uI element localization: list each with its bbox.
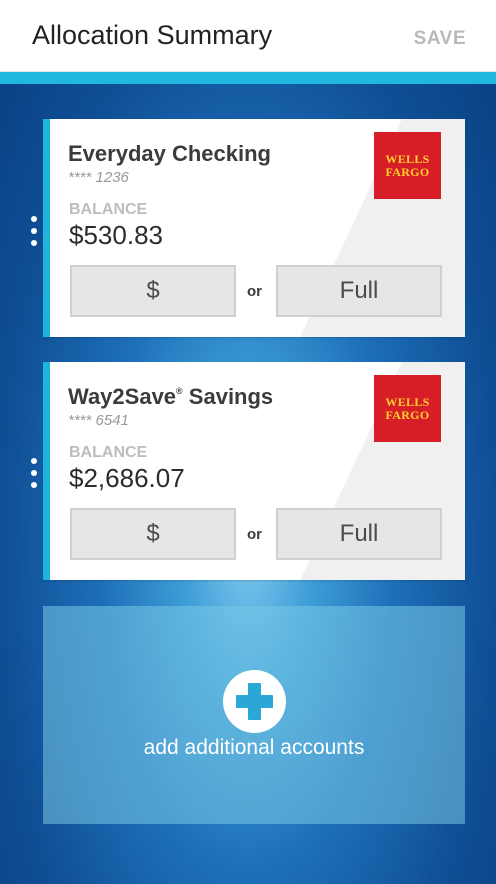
plus-circle-icon[interactable] xyxy=(223,670,286,733)
bank-logo-line1: WELLS xyxy=(385,394,430,409)
account-name-main: Way2Save xyxy=(68,384,177,409)
account-name: Way2Save® Savings xyxy=(68,384,273,410)
bank-logo-line2: FARGO xyxy=(385,407,430,422)
bank-logo-line2: FARGO xyxy=(385,164,430,179)
balance-value: $530.83 xyxy=(69,220,163,250)
account-card-checking: Everyday Checking **** 1236 BALANCE $530… xyxy=(43,119,465,337)
account-name-suffix: Savings xyxy=(182,384,274,409)
full-amount-button[interactable]: Full xyxy=(276,265,442,317)
balance-label: BALANCE xyxy=(69,201,148,218)
balance-value: $2,686.07 xyxy=(69,463,185,493)
or-label: or xyxy=(247,526,262,543)
registered-mark: ® xyxy=(176,386,183,396)
full-amount-button[interactable]: Full xyxy=(276,508,442,560)
account-number: **** 1236 xyxy=(68,169,129,186)
header-accent-bar xyxy=(0,72,496,84)
dollar-amount-button[interactable]: $ xyxy=(70,508,236,560)
add-accounts-label[interactable]: add additional accounts xyxy=(43,736,465,760)
bank-logo-line1: WELLS xyxy=(385,151,430,166)
balance-label: BALANCE xyxy=(69,444,148,461)
dollar-amount-button[interactable]: $ xyxy=(70,265,236,317)
bank-logo: WELLS FARGO xyxy=(374,132,441,199)
save-button[interactable]: SAVE xyxy=(414,28,466,50)
or-label: or xyxy=(247,283,262,300)
page-title: Allocation Summary xyxy=(32,20,273,50)
drag-handle-icon[interactable] xyxy=(31,216,37,246)
account-card-savings: Way2Save® Savings **** 6541 BALANCE $2,6… xyxy=(43,362,465,580)
account-number: **** 6541 xyxy=(68,412,129,429)
account-name: Everyday Checking xyxy=(68,141,271,166)
add-accounts-panel[interactable]: add additional accounts xyxy=(43,606,465,824)
bank-logo: WELLS FARGO xyxy=(374,375,441,442)
app-header: Allocation Summary SAVE xyxy=(0,0,496,72)
drag-handle-icon[interactable] xyxy=(31,458,37,488)
